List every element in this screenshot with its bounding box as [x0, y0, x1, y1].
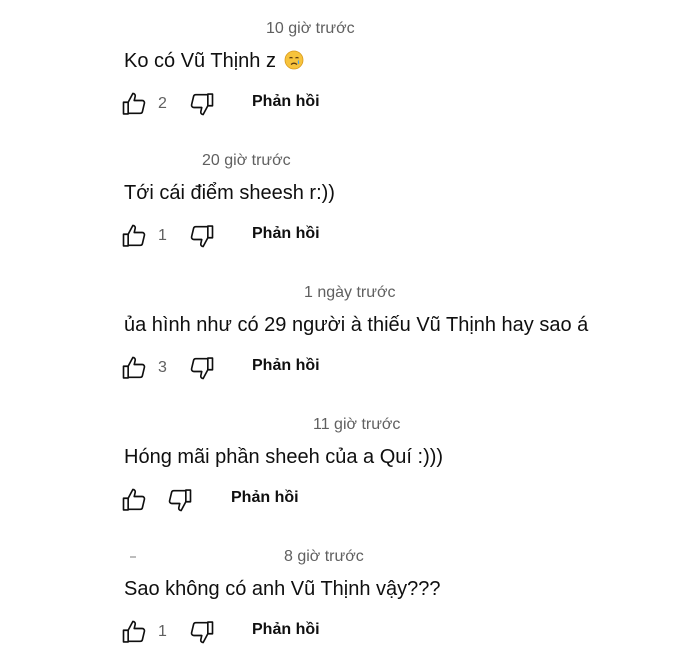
comment-item: 1 ngày trước ủa hình như có 29 người à t… — [0, 264, 680, 396]
thumb-up-icon — [122, 620, 146, 643]
thumb-up-icon — [122, 92, 146, 115]
like-button[interactable] — [120, 618, 150, 648]
like-button[interactable] — [120, 90, 150, 120]
comment-item: 11 giờ trước Hóng mãi phần sheeh của a Q… — [0, 396, 680, 528]
reply-button[interactable]: Phản hồi — [252, 93, 320, 111]
comment-item: 10 giờ trước Ko có Vũ Thịnh z 2 Phản hồi — [0, 0, 680, 132]
comment-actions: 3 Phản hồi — [120, 354, 420, 384]
comment-actions: 1 Phản hồi — [120, 222, 420, 252]
comment-timestamp[interactable]: 1 ngày trước — [304, 284, 395, 302]
comment-timestamp[interactable]: 20 giờ trước — [202, 152, 291, 170]
like-count: 1 — [158, 227, 167, 244]
thumb-down-icon — [190, 93, 214, 116]
thumb-up-icon — [122, 488, 146, 511]
crying-face-emoji-icon — [284, 50, 303, 70]
thumb-down-icon — [190, 225, 214, 248]
comment-timestamp[interactable]: 11 giờ trước — [313, 416, 400, 434]
comment-text-body: Ko có Vũ Thịnh z — [124, 50, 276, 72]
dislike-button[interactable] — [188, 618, 218, 648]
thumb-down-icon — [190, 357, 214, 380]
comment-timestamp[interactable]: 8 giờ trước — [284, 548, 364, 566]
like-button[interactable] — [120, 486, 150, 516]
thumb-down-icon — [168, 489, 192, 512]
dislike-button[interactable] — [188, 354, 218, 384]
divider-mark — [130, 556, 136, 558]
like-count: 3 — [158, 359, 167, 376]
comment-timestamp[interactable]: 10 giờ trước — [266, 20, 355, 38]
comment-item: 8 giờ trước Sao không có anh Vũ Thịnh vậ… — [0, 528, 680, 660]
comment-text: Hóng mãi phần sheeh của a Quí :))) — [124, 446, 444, 468]
dislike-button[interactable] — [166, 486, 196, 516]
thumb-up-icon — [122, 224, 146, 247]
comment-text: Sao không có anh Vũ Thịnh vậy??? — [124, 578, 441, 600]
like-count: 1 — [158, 623, 167, 640]
like-button[interactable] — [120, 222, 150, 252]
thumb-up-icon — [122, 356, 146, 379]
comment-item: 20 giờ trước Tới cái điểm sheesh r:)) 1 … — [0, 132, 680, 264]
comment-actions: Phản hồi — [120, 486, 420, 516]
reply-button[interactable]: Phản hồi — [252, 621, 320, 639]
comment-text: Ko có Vũ Thịnh z — [124, 50, 304, 73]
comment-text: ủa hình như có 29 người à thiếu Vũ Thịnh… — [124, 314, 589, 336]
like-count: 2 — [158, 95, 167, 112]
dislike-button[interactable] — [188, 222, 218, 252]
reply-button[interactable]: Phản hồi — [252, 225, 320, 243]
like-button[interactable] — [120, 354, 150, 384]
comment-actions: 1 Phản hồi — [120, 618, 420, 648]
comment-actions: 2 Phản hồi — [120, 90, 420, 120]
reply-button[interactable]: Phản hồi — [231, 489, 299, 507]
reply-button[interactable]: Phản hồi — [252, 357, 320, 375]
thumb-down-icon — [190, 621, 214, 644]
comment-text: Tới cái điểm sheesh r:)) — [124, 182, 335, 204]
dislike-button[interactable] — [188, 90, 218, 120]
